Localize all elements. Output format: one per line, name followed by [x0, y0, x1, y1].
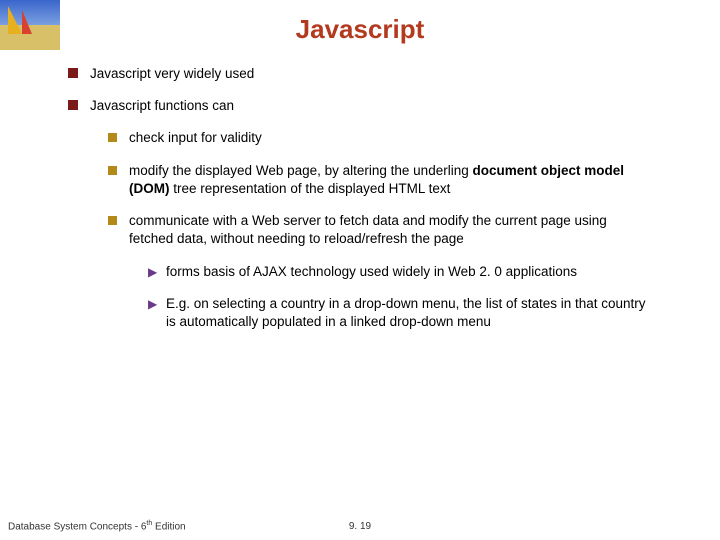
bullet-text: Javascript functions can — [90, 97, 234, 115]
bullet-text: forms basis of AJAX technology used wide… — [166, 263, 577, 281]
arrow-bullet-icon: ▶ — [148, 264, 156, 281]
bullet-text: modify the displayed Web page, by alteri… — [129, 162, 652, 198]
bullet-level1: Javascript very widely used — [68, 65, 652, 83]
bullet-text: Javascript very widely used — [90, 65, 254, 83]
square-bullet-icon — [68, 68, 78, 78]
bullet-level2: modify the displayed Web page, by alteri… — [108, 162, 652, 198]
bullet-level3: ▶ E.g. on selecting a country in a drop-… — [148, 295, 652, 331]
dot-bullet-icon — [108, 166, 117, 175]
footer-page-number: 9. 19 — [0, 521, 720, 532]
bullet-level2: communicate with a Web server to fetch d… — [108, 212, 652, 248]
bullet-text: communicate with a Web server to fetch d… — [129, 212, 652, 248]
slide-body: Javascript very widely used Javascript f… — [0, 65, 720, 331]
logo-image — [0, 0, 60, 50]
bullet-level1: Javascript functions can — [68, 97, 652, 115]
bullet-text: E.g. on selecting a country in a drop-do… — [166, 295, 652, 331]
bullet-level2: check input for validity — [108, 129, 652, 147]
dot-bullet-icon — [108, 133, 117, 142]
square-bullet-icon — [68, 100, 78, 110]
bullet-level3: ▶ forms basis of AJAX technology used wi… — [148, 263, 652, 281]
dot-bullet-icon — [108, 216, 117, 225]
slide-title: Javascript — [0, 0, 720, 65]
arrow-bullet-icon: ▶ — [148, 296, 156, 331]
bullet-text: check input for validity — [129, 129, 262, 147]
